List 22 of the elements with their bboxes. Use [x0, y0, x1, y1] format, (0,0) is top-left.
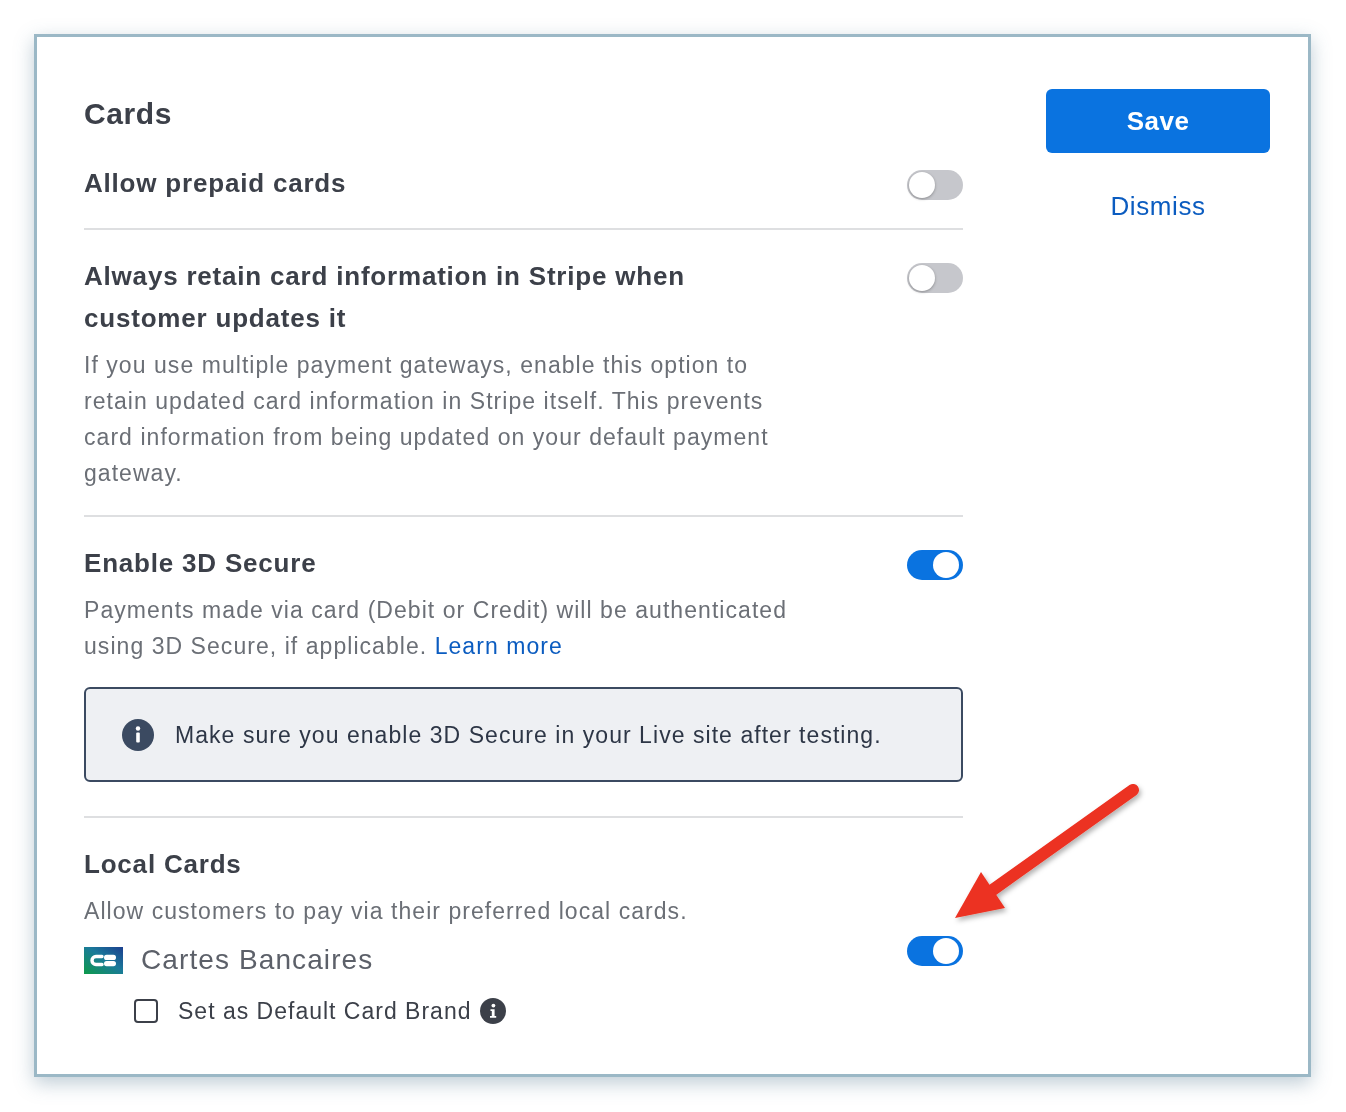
setting-title: Enable 3D Secure	[84, 547, 317, 580]
setting-title: Local Cards	[84, 848, 243, 881]
section-heading: Cards	[84, 96, 174, 132]
setting-description: If you use multiple payment gateways, enable this option to retain updated card information in Stripe itself. This prevents card information from being updated on your default payment gateway.	[84, 351, 770, 488]
notice-text: Make sure you enable 3D Secure in your Live site after testing.	[175, 720, 882, 750]
info-icon	[122, 718, 154, 751]
card-brand-name: Cartes Bancaires	[141, 943, 374, 977]
toggle-switch[interactable]	[907, 936, 963, 966]
learn-more-link[interactable]: Learn more	[434, 633, 563, 659]
setting-description: Payments made via card (Debit or Credit) will be authenticated using 3D Secure, if applicable. Learn more	[84, 596, 788, 661]
setting-title: Always retain card information in Stripe when customer updates it	[84, 260, 686, 335]
setting-description: Allow customers to pay via their preferred local cards.	[84, 897, 689, 926]
card-brand-logo-icon	[84, 946, 123, 974]
toggle-switch[interactable]	[907, 550, 963, 580]
checkbox-label: Set as Default Card Brand	[178, 997, 472, 1026]
save-button[interactable]: Save	[1046, 89, 1270, 153]
toggle-switch[interactable]	[907, 170, 963, 200]
dismiss-button[interactable]: Dismiss	[1110, 188, 1206, 224]
toggle-switch[interactable]	[907, 263, 963, 293]
setting-title: Allow prepaid cards	[84, 167, 347, 200]
default-brand-checkbox[interactable]	[134, 999, 158, 1023]
info-icon[interactable]	[480, 998, 507, 1024]
